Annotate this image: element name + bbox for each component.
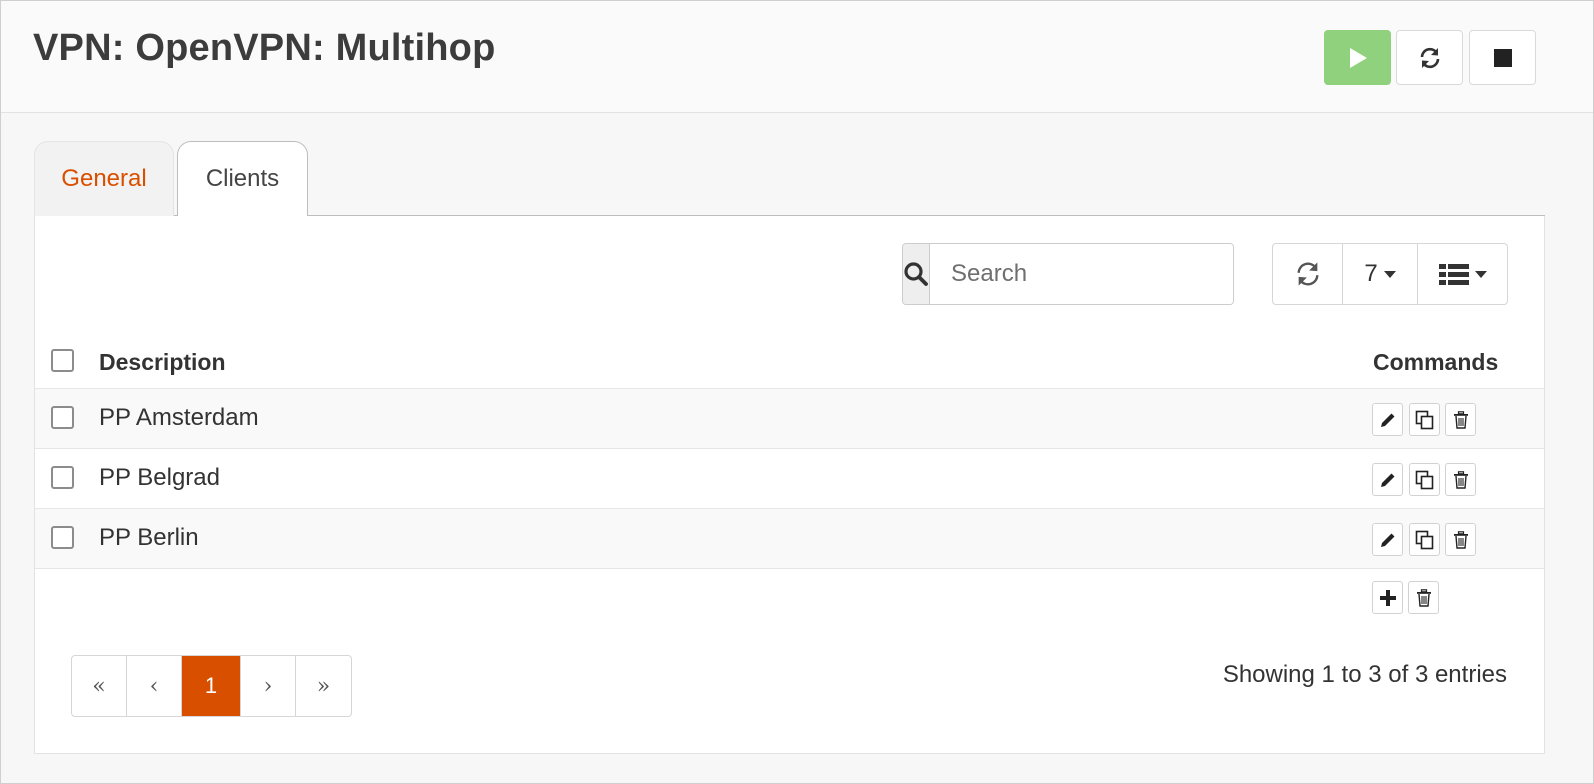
search-input[interactable] — [930, 244, 1233, 304]
play-icon — [1349, 47, 1367, 68]
trash-icon — [1453, 410, 1468, 429]
copy-icon — [1415, 530, 1433, 549]
search-icon — [904, 262, 928, 286]
start-service-button[interactable] — [1324, 30, 1391, 85]
chevron-down-icon — [1383, 270, 1396, 278]
stop-icon — [1493, 48, 1512, 67]
copy-button[interactable] — [1409, 463, 1440, 496]
page-size-value: 7 — [1364, 260, 1378, 287]
row-description: PP Amsterdam — [99, 404, 259, 431]
copy-button[interactable] — [1409, 523, 1440, 556]
first-page-button[interactable]: « — [72, 656, 127, 716]
columns-dropdown[interactable] — [1418, 244, 1507, 304]
edit-button[interactable] — [1372, 403, 1403, 436]
row-description: PP Belgrad — [99, 464, 220, 491]
entries-info: Showing 1 to 3 of 3 entries — [1222, 661, 1507, 688]
pagination: « ‹ 1 › » — [71, 655, 352, 717]
select-all-checkbox[interactable] — [51, 349, 74, 372]
list-icon — [1438, 264, 1469, 285]
pencil-icon — [1380, 473, 1394, 487]
tab-clients[interactable]: Clients — [177, 141, 308, 217]
table-row: PP Amsterdam — [35, 388, 1544, 448]
grid-toolbar: 7 — [1272, 243, 1508, 305]
table-divider — [35, 568, 1544, 569]
grid-refresh-button[interactable] — [1273, 244, 1343, 304]
stop-service-button[interactable] — [1469, 30, 1536, 85]
refresh-icon — [1420, 47, 1439, 68]
column-header-description[interactable]: Description — [99, 349, 226, 376]
row-checkbox[interactable] — [51, 466, 74, 489]
copy-icon — [1415, 410, 1433, 429]
clients-panel: 7 Description Commands PP Amsterdam PP — [34, 216, 1545, 754]
row-checkbox[interactable] — [51, 526, 74, 549]
tab-general[interactable]: General — [34, 141, 174, 216]
tabs-bar: General Clients — [34, 141, 1545, 217]
last-page-button[interactable]: » — [296, 656, 351, 716]
restart-service-button[interactable] — [1396, 30, 1463, 85]
edit-button[interactable] — [1372, 523, 1403, 556]
search-group — [902, 243, 1234, 305]
page-title: VPN: OpenVPN: Multihop — [33, 27, 496, 69]
chevron-down-icon — [1474, 270, 1487, 278]
row-description: PP Berlin — [99, 524, 199, 551]
column-header-commands: Commands — [1373, 349, 1499, 375]
row-checkbox[interactable] — [51, 406, 74, 429]
pencil-icon — [1380, 533, 1394, 547]
plus-icon — [1379, 589, 1396, 606]
search-addon — [903, 244, 930, 304]
copy-icon — [1415, 470, 1433, 489]
delete-button[interactable] — [1445, 523, 1476, 556]
pencil-icon — [1380, 413, 1394, 427]
trash-icon — [1416, 588, 1431, 607]
add-button[interactable] — [1372, 581, 1403, 614]
page-size-dropdown[interactable]: 7 — [1343, 244, 1418, 304]
delete-selected-button[interactable] — [1408, 581, 1439, 614]
page-header: VPN: OpenVPN: Multihop — [1, 1, 1593, 113]
current-page-button[interactable]: 1 — [182, 656, 241, 716]
trash-icon — [1453, 530, 1468, 549]
edit-button[interactable] — [1372, 463, 1403, 496]
refresh-icon — [1297, 262, 1318, 286]
copy-button[interactable] — [1409, 403, 1440, 436]
delete-button[interactable] — [1445, 403, 1476, 436]
next-page-button[interactable]: › — [241, 656, 296, 716]
trash-icon — [1453, 470, 1468, 489]
table-row: PP Belgrad — [35, 448, 1544, 508]
table-row: PP Berlin — [35, 508, 1544, 568]
delete-button[interactable] — [1445, 463, 1476, 496]
prev-page-button[interactable]: ‹ — [127, 656, 182, 716]
